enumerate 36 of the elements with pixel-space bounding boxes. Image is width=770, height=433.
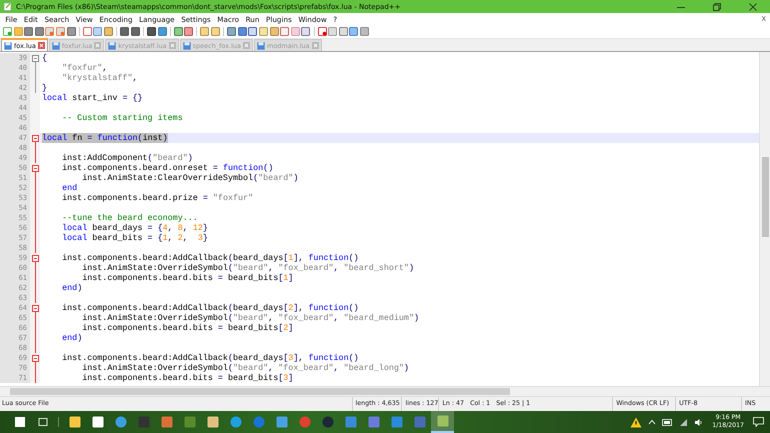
code-line: inst.AnimState:ClearOverrideSymbol("beard")	[81, 173, 298, 183]
notification-icon[interactable]	[753, 417, 764, 427]
code-line: inst.AnimState:OverrideSymbol("beard", "fox_beard", "beard_short")	[81, 263, 414, 273]
vertical-scrollbar[interactable]	[759, 52, 770, 386]
horizontal-scrollbar[interactable]	[0, 386, 770, 396]
code-line: }	[42, 83, 48, 93]
close-tab-icon[interactable]	[38, 42, 45, 49]
code-line: end)	[61, 283, 82, 293]
code-line: inst.components.beard:AddCallback(beard_days[2], function()	[61, 303, 359, 313]
code-line: inst.AnimState:OverrideSymbol("beard", "fox_beard", "beard_medium")	[81, 313, 420, 323]
code-line: -- Custom starting items	[61, 113, 183, 123]
warning-icon[interactable]	[630, 416, 642, 428]
code-line: inst.components.beard.bits = beard_bits[1]	[81, 273, 294, 283]
code-line: --tune the beard economy...	[61, 213, 198, 223]
code-line: local start_inv = {}	[42, 93, 143, 103]
code-line: "krystalstaff",	[61, 73, 138, 83]
battery-icon[interactable]	[662, 418, 674, 426]
code-line: inst.AnimState:OverrideSymbol("beard", "fox_beard", "beard_long")	[81, 363, 409, 373]
wifi-icon[interactable]	[679, 418, 688, 426]
code-line: inst.components.beard:AddCallback(beard_days[3], function()	[61, 353, 359, 363]
code-line: inst.components.beard.bits = beard_bits[2]	[81, 323, 294, 333]
caret-up-icon[interactable]	[648, 419, 656, 425]
volume-icon[interactable]	[694, 418, 704, 426]
code-line: inst.components.beard.prize = "foxfur"	[61, 193, 254, 203]
code-line: end	[61, 183, 78, 193]
code-line: local beard_bits = {1, 2, 3}	[61, 233, 208, 243]
code-line: local beard_days = {4, 8, 12}	[61, 223, 208, 233]
task-view-icon[interactable]	[36, 416, 48, 428]
restore-icon[interactable]	[713, 2, 721, 10]
code-line: inst:AddComponent("beard")	[61, 153, 193, 163]
code-line: "foxfur",	[61, 63, 108, 73]
code-line: inst.components.beard.onreset = function()	[61, 163, 274, 173]
code-line: inst.components.beard:AddCallback(beard_days[1], function()	[61, 253, 359, 263]
code-line: {	[42, 53, 48, 63]
code-line: end)	[61, 333, 82, 343]
code-line: inst.components.beard.bits = beard_bits[3]	[81, 373, 294, 383]
